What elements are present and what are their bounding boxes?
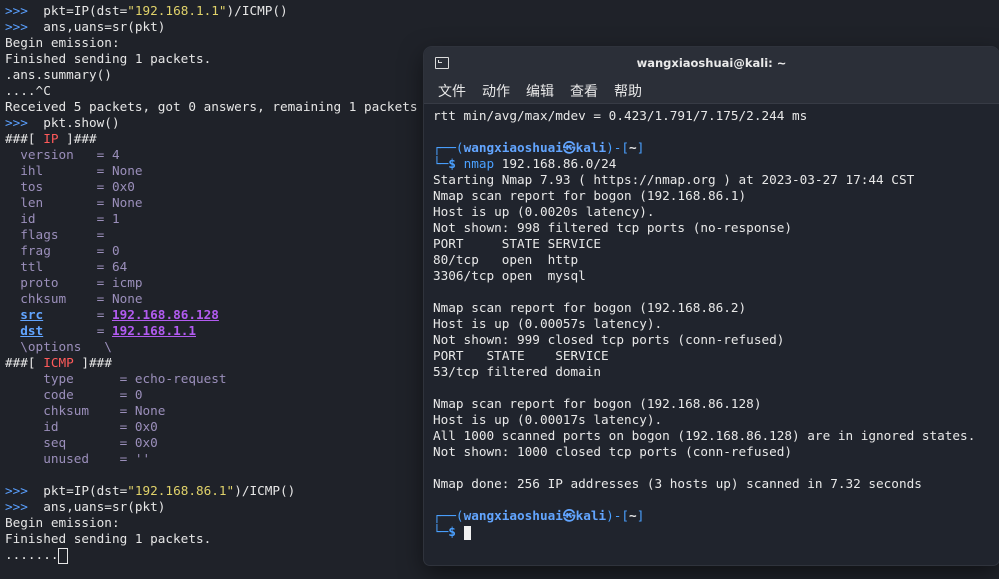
ip-field: version = 4 — [20, 147, 120, 162]
output-line: Starting Nmap 7.93 ( https://nmap.org ) … — [433, 172, 915, 187]
output-line: PORT STATE SERVICE — [433, 348, 609, 363]
scapy-line: ....^C — [5, 83, 51, 98]
output-line: 53/tcp filtered domain — [433, 364, 602, 379]
menu-file[interactable]: 文件 — [438, 79, 466, 103]
output-line: Host is up (0.00017s latency). — [433, 412, 663, 427]
scapy-line: >>> ans,uans=sr(pkt) — [5, 19, 166, 34]
output-line: rtt min/avg/max/mdev = 0.423/1.791/7.175… — [433, 108, 808, 123]
icmp-field: type = echo-request — [43, 371, 227, 386]
ip-field: id = 1 — [20, 211, 120, 226]
menu-help[interactable]: 帮助 — [614, 79, 642, 103]
window-title: wangxiaoshuai@kali: ~ — [636, 56, 787, 70]
output-line: Not shown: 998 filtered tcp ports (no-re… — [433, 220, 793, 235]
ip-field-src: src = 192.168.86.128 — [20, 307, 219, 322]
cursor — [58, 547, 69, 564]
ip-field: ttl = 64 — [20, 259, 128, 274]
icmp-field: unused = '' — [43, 451, 151, 466]
scapy-line: Begin emission: — [5, 35, 120, 50]
menu-edit[interactable]: 编辑 — [526, 79, 554, 103]
cursor — [463, 525, 471, 540]
ip-field: chksum = None — [20, 291, 143, 306]
menu-action[interactable]: 动作 — [482, 79, 510, 103]
output-line: Host is up (0.0020s latency). — [433, 204, 655, 219]
ip-field: frag = 0 — [20, 243, 120, 258]
ip-field-dst: dst = 192.168.1.1 — [20, 323, 196, 338]
output-line: Nmap scan report for bogon (192.168.86.2… — [433, 300, 747, 315]
ip-field: tos = 0x0 — [20, 179, 135, 194]
prompt-line: ┌──(wangxiaoshuai㉿kali)-[~] — [433, 140, 645, 155]
output-line: Nmap scan report for bogon (192.168.86.1… — [433, 396, 762, 411]
prompt-line: ┌──(wangxiaoshuai㉿kali)-[~] — [433, 508, 645, 523]
scapy-line: Finished sending 1 packets. — [5, 51, 212, 66]
icmp-field: seq = 0x0 — [43, 435, 158, 450]
icmp-layer-header: ###[ ICMP ]### — [5, 355, 112, 370]
menu-bar: 文件 动作 编辑 查看 帮助 — [424, 79, 999, 104]
output-line: PORT STATE SERVICE — [433, 236, 602, 251]
input-line[interactable]: └─$ — [433, 524, 471, 540]
ip-field: ihl = None — [20, 163, 143, 178]
output-line: Host is up (0.00057s latency). — [433, 316, 663, 331]
ip-layer-header: ###[ IP ]### — [5, 131, 97, 146]
icmp-field: code = 0 — [43, 387, 143, 402]
output-line: All 1000 scanned ports on bogon (192.168… — [433, 428, 976, 443]
title-bar[interactable]: wangxiaoshuai@kali: ~ — [424, 47, 999, 79]
scapy-line: >>> ans,uans=sr(pkt) — [5, 499, 166, 514]
ip-field: proto = icmp — [20, 275, 143, 290]
output-line: Nmap done: 256 IP addresses (3 hosts up)… — [433, 476, 922, 491]
scapy-line: Finished sending 1 packets. — [5, 531, 212, 546]
output-line: Nmap scan report for bogon (192.168.86.1… — [433, 188, 747, 203]
ip-field: len = None — [20, 195, 143, 210]
icmp-field: chksum = None — [43, 403, 166, 418]
scapy-line: >>> pkt=IP(dst="192.168.86.1")/ICMP() — [5, 483, 296, 498]
scapy-line: Begin emission: — [5, 515, 120, 530]
scapy-line: Received 5 packets, got 0 answers, remai… — [5, 99, 418, 114]
command-line: └─$ nmap 192.168.86.0/24 — [433, 156, 617, 171]
ip-field-options: \options \ — [20, 339, 112, 354]
scapy-line: >>> pkt.show() — [5, 115, 120, 130]
scapy-line: ....... — [5, 547, 69, 564]
ip-field: flags = — [20, 227, 112, 242]
output-line: Not shown: 999 closed tcp ports (conn-re… — [433, 332, 785, 347]
terminal-window[interactable]: wangxiaoshuai@kali: ~ 文件 动作 编辑 查看 帮助 rtt… — [424, 47, 999, 565]
scapy-line: .ans.summary() — [5, 67, 112, 82]
output-line: Not shown: 1000 closed tcp ports (conn-r… — [433, 444, 793, 459]
icmp-field: id = 0x0 — [43, 419, 158, 434]
output-line: 3306/tcp open mysql — [433, 268, 586, 283]
output-line: 80/tcp open http — [433, 252, 579, 267]
menu-view[interactable]: 查看 — [570, 79, 598, 103]
scapy-line: >>> pkt=IP(dst="192.168.1.1")/ICMP() — [5, 3, 288, 18]
